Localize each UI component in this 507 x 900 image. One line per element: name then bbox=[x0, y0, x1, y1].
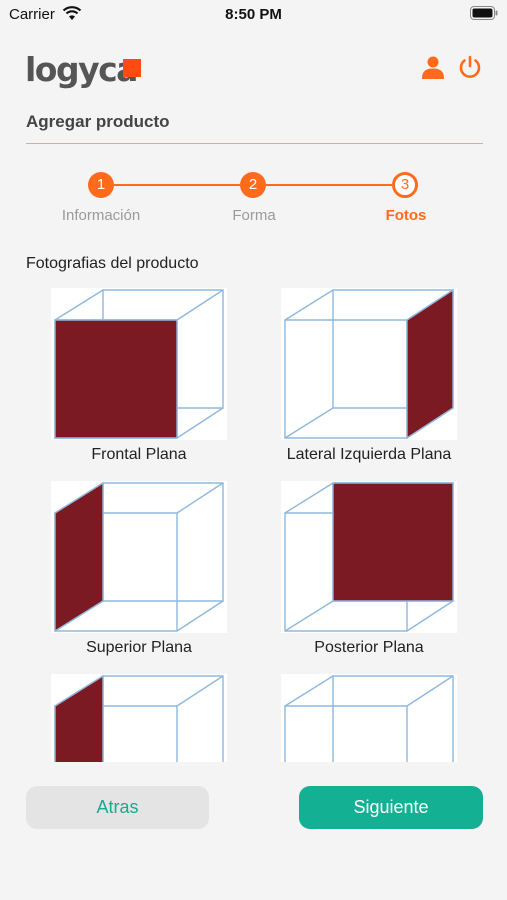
photo-label: Lateral Izquierda Plana bbox=[286, 446, 452, 463]
stepper: 1 2 3 Información Forma Fotos bbox=[0, 170, 507, 230]
step-2-indicator[interactable]: 2 bbox=[240, 172, 266, 198]
next-button[interactable]: Siguiente bbox=[299, 786, 483, 829]
step-2-label[interactable]: Forma bbox=[174, 207, 334, 224]
step-3-indicator[interactable]: 3 bbox=[392, 172, 418, 198]
cube-frontal-image bbox=[51, 288, 227, 440]
cube-posterior-image bbox=[281, 481, 457, 633]
step-3-label[interactable]: Fotos bbox=[326, 207, 486, 224]
title-divider bbox=[26, 143, 483, 144]
page-title: Agregar producto bbox=[26, 112, 170, 131]
step-connector bbox=[114, 184, 242, 186]
cube-superior-image bbox=[51, 481, 227, 633]
status-bar: Carrier 8:50 PM bbox=[0, 0, 507, 30]
power-icon[interactable] bbox=[458, 55, 482, 79]
battery-icon bbox=[470, 6, 498, 20]
app-header: logyca bbox=[0, 44, 507, 94]
user-icon[interactable] bbox=[421, 55, 445, 79]
clock: 8:50 PM bbox=[225, 6, 282, 23]
step-1-indicator[interactable]: 1 bbox=[88, 172, 114, 198]
photo-label: Frontal Plana bbox=[91, 446, 187, 463]
step-1-label[interactable]: Información bbox=[21, 207, 181, 224]
cube-photo-5-image bbox=[51, 674, 227, 762]
photo-grid: Frontal Plana Lateral Izquierda Plana Su… bbox=[0, 288, 507, 762]
cube-photo-6-image bbox=[281, 674, 457, 762]
photo-label: Superior Plana bbox=[86, 639, 192, 656]
back-button[interactable]: Atras bbox=[26, 786, 209, 829]
cube-lateral-image bbox=[281, 288, 457, 440]
section-title: Fotografias del producto bbox=[26, 255, 199, 272]
photo-label: Posterior Plana bbox=[314, 639, 424, 656]
step-connector bbox=[266, 184, 392, 186]
logo: logyca bbox=[25, 50, 138, 89]
logo-mark bbox=[123, 59, 141, 77]
